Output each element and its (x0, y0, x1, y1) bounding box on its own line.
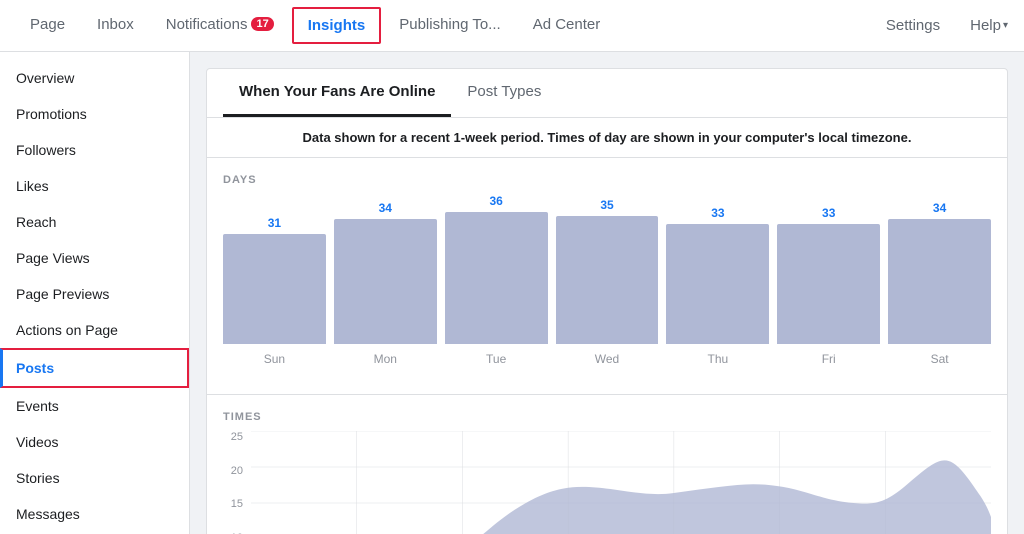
sidebar-item-promotions[interactable]: Promotions (0, 96, 189, 132)
times-label: TIMES (223, 411, 991, 423)
sidebar-item-actions-on-page[interactable]: Actions on Page (0, 312, 189, 348)
day-value: 31 (268, 216, 281, 230)
times-chart: 2520151050 (223, 431, 991, 534)
sidebar-item-likes[interactable]: Likes (0, 168, 189, 204)
sidebar-item-page-views[interactable]: Page Views (0, 240, 189, 276)
day-label: Tue (486, 352, 506, 366)
days-chart: 31 Sun 34 Mon 36 Tue 35 Wed 33 Thu 33 Fr… (223, 194, 991, 366)
main-content: When Your Fans Are Online Post Types Dat… (190, 52, 1024, 534)
nav-inbox[interactable]: Inbox (83, 0, 148, 52)
day-value: 33 (711, 206, 724, 220)
day-label: Wed (595, 352, 619, 366)
top-nav: Page Inbox Notifications 17 Insights Pub… (0, 0, 1024, 52)
sidebar-item-followers[interactable]: Followers (0, 132, 189, 168)
nav-publishing[interactable]: Publishing To... (385, 0, 514, 52)
day-column: 34 Sat (888, 201, 991, 366)
day-column: 34 Mon (334, 201, 437, 366)
sidebar-item-events[interactable]: Events (0, 388, 189, 424)
content-tabs: When Your Fans Are Online Post Types (207, 69, 1007, 118)
nav-right: Settings Help ▾ (872, 9, 1008, 42)
y-axis: 2520151050 (223, 431, 251, 534)
nav-settings[interactable]: Settings (872, 9, 954, 42)
area-chart-svg (251, 431, 991, 534)
day-column: 31 Sun (223, 216, 326, 366)
times-chart-section: TIMES 2520151050 (207, 403, 1007, 534)
sidebar-item-reach[interactable]: Reach (0, 204, 189, 240)
day-label: Thu (708, 352, 729, 366)
day-bar (888, 219, 991, 344)
day-value: 36 (489, 194, 502, 208)
day-bar (445, 212, 548, 344)
nav-insights[interactable]: Insights (292, 7, 382, 44)
sidebar-item-page-previews[interactable]: Page Previews (0, 276, 189, 312)
nav-items: Page Inbox Notifications 17 Insights Pub… (16, 0, 872, 52)
day-bar (556, 216, 659, 344)
day-column: 35 Wed (556, 198, 659, 366)
nav-adcenter[interactable]: Ad Center (519, 0, 615, 52)
day-label: Sat (931, 352, 949, 366)
days-chart-section: DAYS 31 Sun 34 Mon 36 Tue 35 Wed 33 Thu … (207, 158, 1007, 386)
help-chevron-icon: ▾ (1003, 20, 1008, 31)
layout: Overview Promotions Followers Likes Reac… (0, 52, 1024, 534)
tab-when-fans-online[interactable]: When Your Fans Are Online (223, 69, 451, 117)
y-axis-label: 20 (231, 465, 243, 477)
chart-area (251, 431, 991, 534)
sidebar-item-stories[interactable]: Stories (0, 460, 189, 496)
day-column: 36 Tue (445, 194, 548, 366)
nav-help[interactable]: Help ▾ (970, 17, 1008, 34)
day-label: Mon (374, 352, 397, 366)
sidebar-item-posts[interactable]: Posts (0, 348, 189, 388)
day-label: Sun (264, 352, 285, 366)
content-card: When Your Fans Are Online Post Types Dat… (206, 68, 1008, 534)
y-axis-label: 25 (231, 431, 243, 443)
sidebar-item-videos[interactable]: Videos (0, 424, 189, 460)
tab-post-types[interactable]: Post Types (451, 69, 557, 117)
y-axis-label: 15 (231, 498, 243, 510)
day-value: 33 (822, 206, 835, 220)
day-bar (777, 224, 880, 344)
nav-page[interactable]: Page (16, 0, 79, 52)
day-value: 35 (600, 198, 613, 212)
day-bar (666, 224, 769, 344)
day-column: 33 Thu (666, 206, 769, 366)
day-value: 34 (933, 201, 946, 215)
sidebar-item-overview[interactable]: Overview (0, 60, 189, 96)
day-value: 34 (379, 201, 392, 215)
day-bar (334, 219, 437, 344)
info-bar: Data shown for a recent 1-week period. T… (207, 118, 1007, 158)
days-label: DAYS (223, 174, 991, 186)
sidebar: Overview Promotions Followers Likes Reac… (0, 52, 190, 534)
nav-notifications[interactable]: Notifications 17 (152, 0, 288, 52)
day-bar (223, 234, 326, 344)
day-column: 33 Fri (777, 206, 880, 366)
notifications-badge: 17 (251, 17, 273, 31)
day-label: Fri (822, 352, 836, 366)
sidebar-item-messages[interactable]: Messages (0, 496, 189, 532)
